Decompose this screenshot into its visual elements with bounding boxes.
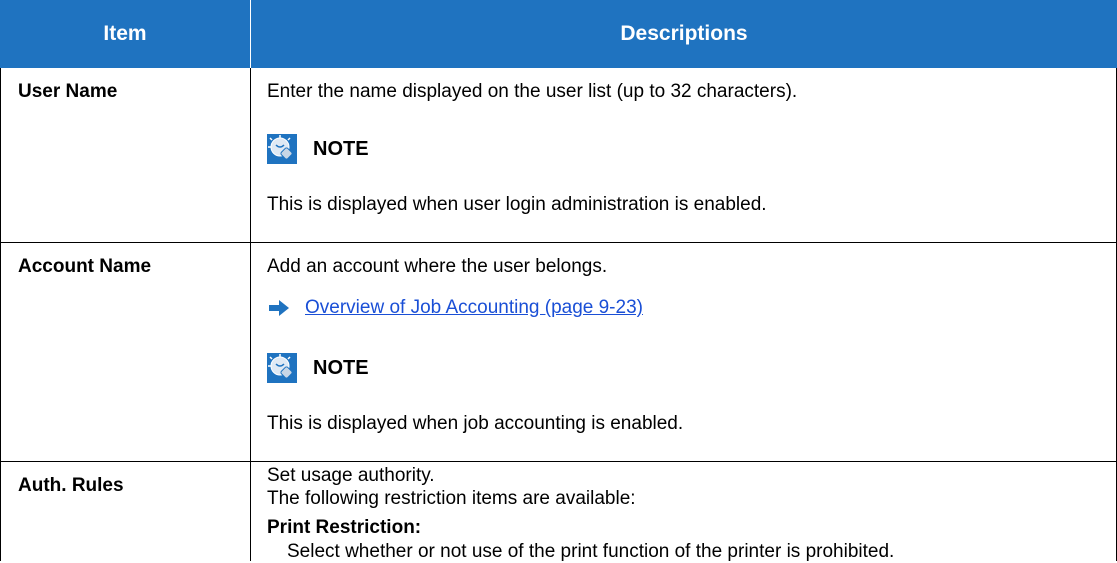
right-arrow-icon xyxy=(267,299,291,317)
description-line-1: Set usage authority. xyxy=(267,465,435,486)
description-text: Enter the name displayed on the user lis… xyxy=(267,81,798,102)
note-block: NOTE xyxy=(267,353,369,383)
reference-link-row[interactable]: Overview of Job Accounting (page 9-23) xyxy=(267,297,643,319)
note-text: This is displayed when user login admini… xyxy=(267,194,767,215)
header-descriptions: Descriptions xyxy=(620,22,748,45)
note-text: This is displayed when job accounting is… xyxy=(267,413,684,434)
description-text: Add an account where the user belongs. xyxy=(267,256,608,277)
job-accounting-link[interactable]: Overview of Job Accounting (page 9-23) xyxy=(305,297,643,319)
settings-table: Item Descriptions User Name Enter the na… xyxy=(0,0,1117,562)
note-label: NOTE xyxy=(313,137,369,160)
subheading-text: Select whether or not use of the print f… xyxy=(287,541,895,562)
header-item: Item xyxy=(103,22,147,45)
table-row: Account Name Add an account where the us… xyxy=(18,256,684,434)
table-row: User Name Enter the name displayed on th… xyxy=(18,81,798,215)
description-line-2: The following restriction items are avai… xyxy=(267,488,636,509)
note-label: NOTE xyxy=(313,356,369,379)
lightbulb-note-icon xyxy=(267,353,297,383)
subheading: Print Restriction: xyxy=(267,517,422,538)
lightbulb-note-icon xyxy=(267,134,297,164)
table-row: Auth. Rules Set usage authority. The fol… xyxy=(18,465,895,562)
table-header: Item Descriptions xyxy=(0,0,1117,68)
note-block: NOTE xyxy=(267,134,369,164)
